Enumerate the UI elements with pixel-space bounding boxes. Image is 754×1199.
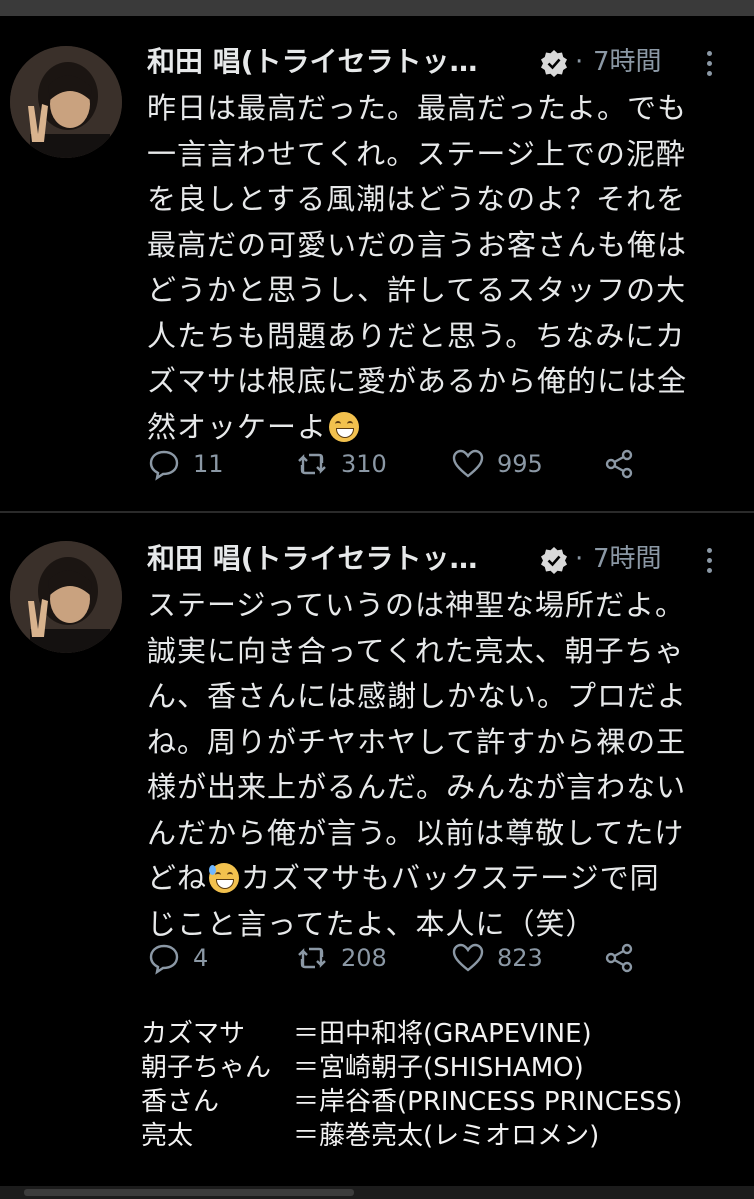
share-button[interactable] (602, 444, 636, 484)
annotation-value: ＝宮崎朝子(SHISHAMO) (293, 1053, 584, 1083)
retweet-count: 310 (341, 450, 387, 478)
annotation-key: 香さん (141, 1087, 220, 1117)
grinning-face-emoji-icon (329, 411, 360, 442)
retweet-icon (298, 453, 326, 475)
tweet-text: ステージっていうのは神聖な場所だよ。 誠実に向き合ってくれた亮太、朝子ちゃ ん、… (147, 583, 747, 947)
annotation-key: 朝子ちゃん (141, 1053, 272, 1083)
author-name[interactable]: 和田 唱(トライセラトッ… (147, 539, 478, 579)
tweet-line: どね カズマサもバックステージで同 (147, 856, 747, 902)
verified-badge-icon (541, 547, 567, 574)
tweet-text: 昨日は最高だった。最高だったよ。でも 一言言わせてくれ。ステージ上での泥酔 を良… (147, 86, 747, 450)
annotation-value: ＝田中和将(GRAPEVINE) (293, 1019, 592, 1049)
heart-icon (452, 943, 484, 972)
tweet-line: 昨日は最高だった。最高だったよ。でも (147, 91, 688, 125)
share-icon (605, 943, 633, 973)
retweet-button[interactable]: 208 (295, 938, 387, 978)
tweet-line: ステージっていうのは神聖な場所だよ。 (147, 588, 685, 622)
reply-icon (149, 944, 179, 975)
tweet-line: 人たちも問題ありだと思う。ちなみにカ (147, 318, 686, 353)
tweet-actions: 4 208 823 (147, 938, 747, 978)
tweet[interactable]: 和田 唱(トライセラトッ… · 7時間 ステージっていうのは神聖な場所だよ。 誠… (0, 513, 754, 1008)
annotation-row: 香さん ＝岸谷香(PRINCESS PRINCESS) (141, 1085, 746, 1119)
annotation-row: 亮太 ＝藤巻亮太(レミオロメン) (141, 1119, 746, 1153)
annotation-row: カズマサ ＝田中和将(GRAPEVINE) (141, 1017, 746, 1051)
like-button[interactable]: 823 (451, 938, 543, 978)
reply-count: 4 (193, 944, 209, 972)
tweet-line: 誠実に向き合ってくれた亮太、朝子ちゃ (147, 633, 685, 668)
heart-icon (452, 449, 484, 478)
reply-button[interactable]: 11 (147, 444, 224, 484)
bottom-strip (0, 1186, 754, 1199)
avatar[interactable] (10, 46, 122, 158)
tweet-line-text: どね (147, 861, 208, 895)
tweet-line: どうかと思うし、許してるスタッフの大 (147, 273, 687, 307)
tweet[interactable]: 和田 唱(トライセラトッ… · 7時間 昨日は最高だった。最高だったよ。でも 一… (0, 16, 754, 511)
reply-button[interactable]: 4 (147, 938, 208, 978)
reply-icon (149, 450, 179, 481)
more-options-icon[interactable] (702, 543, 716, 577)
avatar[interactable] (10, 541, 122, 653)
tweet-line: ズマサは根底に愛があるから俺的には全 (147, 364, 688, 398)
verified-badge-icon (541, 50, 567, 77)
tweet-line: を良しとする風潮はどうなのよ？それを (147, 182, 687, 216)
tweet-actions: 11 310 995 (147, 444, 747, 484)
tweet-line: ん、香さんには感謝しかない。プロだよ (147, 679, 688, 713)
more-options-icon[interactable] (702, 46, 716, 80)
retweet-icon (298, 947, 326, 969)
annotation-row: 朝子ちゃん ＝宮崎朝子(SHISHAMO) (141, 1051, 746, 1085)
share-icon (605, 449, 633, 479)
annotation-key: 亮太 (141, 1121, 194, 1151)
top-bar (0, 0, 754, 16)
annotation-value: ＝岸谷香(PRINCESS PRINCESS) (293, 1087, 683, 1117)
tweet-line: んだから俺が言う。以前は尊敬してたけ (147, 815, 685, 850)
timestamp[interactable]: 7時間 (593, 539, 662, 579)
separator-dot: · (575, 544, 584, 574)
author-name[interactable]: 和田 唱(トライセラトッ… (147, 42, 478, 82)
like-count: 995 (497, 450, 543, 478)
tweet-line-text: 然オッケーよ (147, 409, 328, 444)
timestamp[interactable]: 7時間 (593, 42, 662, 82)
separator-dot: · (575, 47, 584, 77)
annotation-key: カズマサ (141, 1019, 246, 1049)
tweet-line: 一言言わせてくれ。ステージ上での泥酔 (147, 136, 686, 171)
retweet-count: 208 (341, 944, 387, 972)
tweet-line: 最高だの可愛いだの言うお客さんも俺は (147, 227, 688, 262)
annotation-value: ＝藤巻亮太(レミオロメン) (293, 1121, 600, 1151)
reply-count: 11 (193, 450, 224, 478)
name-annotations: カズマサ ＝田中和将(GRAPEVINE) 朝子ちゃん ＝宮崎朝子(SHISHA… (141, 1017, 746, 1153)
tweet-line: ね。周りがチヤホヤして許すから裸の王 (147, 724, 687, 759)
tweet-line-text: カズマサもバックステージで同 (241, 861, 660, 895)
retweet-button[interactable]: 310 (295, 444, 387, 484)
like-count: 823 (497, 944, 543, 972)
share-button[interactable] (602, 938, 636, 978)
grinning-sweat-emoji-icon (209, 863, 240, 893)
like-button[interactable]: 995 (451, 444, 543, 484)
tweet-line: 様が出来上がるんだ。みんなが言わない (147, 770, 687, 804)
